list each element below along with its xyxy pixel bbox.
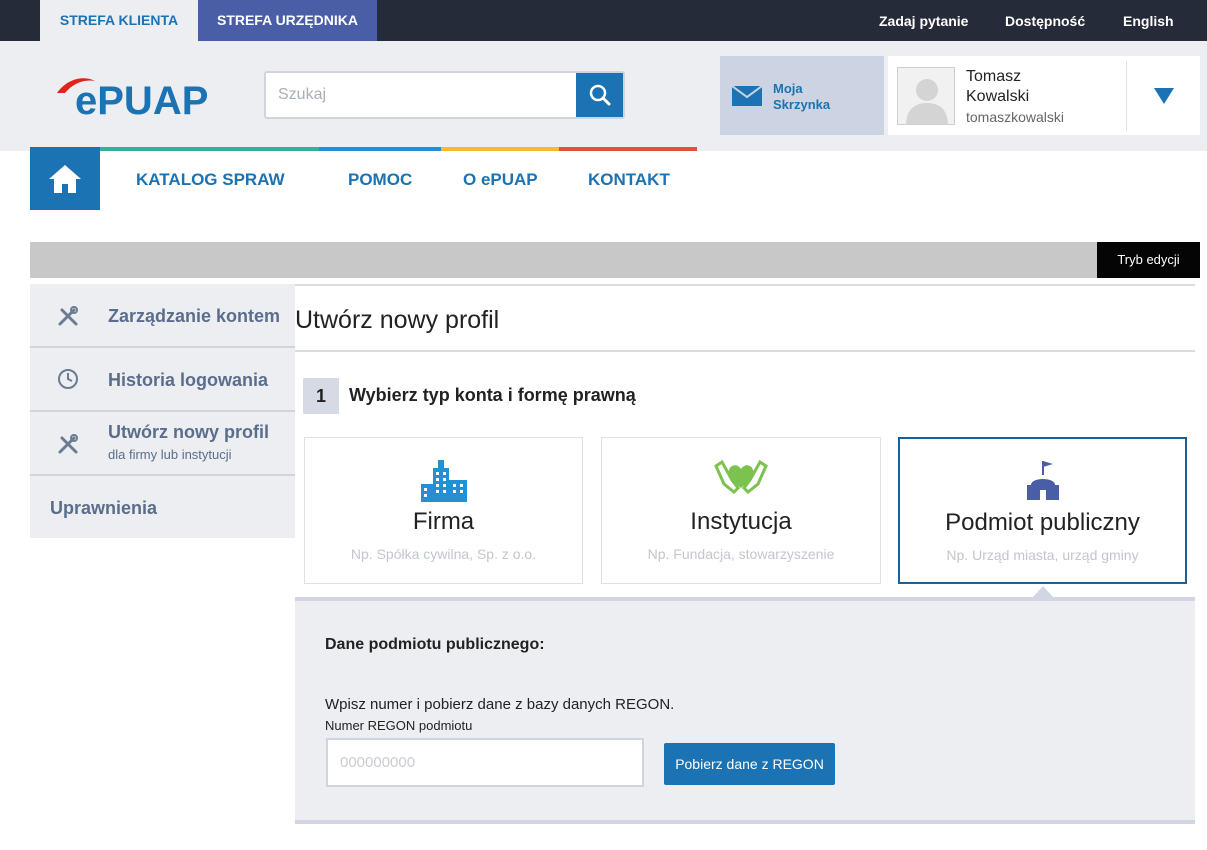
regon-field-label: Numer REGON podmiotu bbox=[325, 718, 473, 733]
title-divider bbox=[295, 350, 1195, 352]
card-title: Podmiot publiczny bbox=[945, 509, 1140, 536]
page-title: Utwórz nowy profil bbox=[295, 306, 500, 334]
user-login: tomaszkowalski bbox=[966, 109, 1065, 125]
mailbox-label: Moja Skrzynka bbox=[773, 81, 873, 113]
search-icon bbox=[589, 84, 610, 106]
fetch-regon-button[interactable]: Pobierz dane z REGON bbox=[664, 743, 835, 785]
sidebar-item-account[interactable]: Zarządzanie kontem bbox=[30, 284, 295, 346]
nav-help[interactable]: POMOC bbox=[348, 170, 412, 190]
sidebar-item-permissions[interactable]: Uprawnienia bbox=[30, 476, 295, 538]
triangle-down-icon bbox=[1153, 87, 1174, 104]
accessibility-link[interactable]: Dostępność bbox=[1005, 0, 1085, 43]
user-last-name: Kowalski bbox=[966, 88, 1030, 105]
card-icon-wrap bbox=[900, 459, 1185, 503]
search-button[interactable] bbox=[576, 73, 623, 117]
nav-stripe-red bbox=[559, 147, 697, 151]
envelope-icon bbox=[732, 86, 762, 106]
user-silhouette-icon bbox=[906, 79, 948, 124]
card-subtitle: Np. Urząd miasta, urząd gminy bbox=[946, 547, 1139, 563]
step-number-badge: 1 bbox=[303, 378, 339, 414]
panel-heading: Dane podmiotu publicznego: bbox=[325, 636, 545, 653]
nav-catalog[interactable]: KATALOG SPRAW bbox=[136, 170, 285, 190]
search-input[interactable] bbox=[266, 73, 576, 117]
search-box bbox=[264, 71, 625, 119]
user-first-name: Tomasz bbox=[966, 68, 1022, 85]
sidebar-item-sublabel: dla firmy lub instytucji bbox=[108, 447, 232, 462]
logo-text: ePUAP bbox=[75, 79, 208, 121]
home-button[interactable] bbox=[30, 147, 100, 210]
user-menu-toggle[interactable] bbox=[1127, 56, 1200, 135]
nav-stripe-yellow bbox=[441, 147, 559, 151]
epuap-logo-graphic: ePUAP bbox=[57, 78, 208, 123]
tab-official-zone[interactable]: STREFA URZĘDNIKA bbox=[198, 0, 377, 41]
avatar[interactable] bbox=[897, 67, 955, 125]
card-icon-wrap bbox=[305, 458, 582, 502]
buildings-icon bbox=[420, 460, 467, 502]
regon-input[interactable] bbox=[326, 738, 644, 787]
clock-icon bbox=[58, 369, 78, 389]
account-type-card-public-entity[interactable]: Podmiot publiczny Np. Urząd miasta, urzą… bbox=[898, 437, 1187, 584]
sidebar-item-label: Utwórz nowy profil bbox=[108, 422, 269, 442]
sidebar-item-login-history[interactable]: Historia logowania bbox=[30, 348, 295, 410]
hands-heart-icon bbox=[714, 459, 768, 494]
nav-stripe-green bbox=[100, 147, 319, 151]
card-title: Instytucja bbox=[690, 508, 792, 535]
mailbox-label-line1: Moja bbox=[773, 81, 803, 96]
panel-pointer bbox=[1033, 586, 1053, 597]
top-bar: STREFA KLIENTA STREFA URZĘDNIKA Zadaj py… bbox=[0, 0, 1207, 41]
card-title: Firma bbox=[412, 508, 475, 535]
nav-about[interactable]: O ePUAP bbox=[463, 170, 538, 190]
language-link[interactable]: English bbox=[1123, 0, 1174, 43]
admin-bar bbox=[30, 242, 1200, 278]
header: ePUAP Moja Skrzynka Tomasz Kowa bbox=[0, 41, 1207, 151]
sidebar: Zarządzanie kontem Historia logowania Ut… bbox=[30, 284, 295, 538]
public-building-icon bbox=[1026, 461, 1059, 500]
epuap-logo[interactable]: ePUAP bbox=[55, 71, 240, 123]
sidebar-item-label: Zarządzanie kontem bbox=[108, 306, 281, 326]
sidebar-item-new-profile[interactable]: Utwórz nowy profil dla firmy lub instytu… bbox=[30, 412, 295, 474]
nav-contact[interactable]: KONTAKT bbox=[588, 170, 670, 190]
home-icon bbox=[49, 164, 81, 193]
user-box: Tomasz Kowalski tomaszkowalski bbox=[888, 56, 1200, 135]
nav-stripe-blue bbox=[319, 147, 441, 151]
sidebar-item-label: Uprawnienia bbox=[50, 498, 158, 518]
card-icon-wrap bbox=[602, 458, 880, 502]
account-type-card-institution[interactable]: Instytucja Np. Fundacja, stowarzyszenie bbox=[601, 437, 881, 584]
step-title: Wybierz typ konta i formę prawną bbox=[349, 385, 636, 405]
mailbox-button[interactable]: Moja Skrzynka bbox=[720, 56, 884, 135]
tools-icon bbox=[58, 434, 78, 454]
card-subtitle: Np. Spółka cywilna, Sp. z o.o. bbox=[350, 546, 537, 562]
ask-question-link[interactable]: Zadaj pytanie bbox=[879, 0, 968, 43]
edit-mode-button[interactable]: Tryb edycji bbox=[1097, 242, 1200, 278]
sidebar-item-label: Historia logowania bbox=[108, 370, 269, 390]
card-subtitle: Np. Fundacja, stowarzyszenie bbox=[647, 546, 835, 562]
tools-icon bbox=[58, 306, 78, 326]
account-type-card-company[interactable]: Firma Np. Spółka cywilna, Sp. z o.o. bbox=[304, 437, 583, 584]
tab-client-zone[interactable]: STREFA KLIENTA bbox=[40, 0, 198, 41]
main-top-divider bbox=[295, 284, 1195, 286]
mailbox-label-line2: Skrzynka bbox=[773, 97, 831, 112]
panel-instruction: Wpisz numer i pobierz dane z bazy danych… bbox=[325, 696, 675, 713]
